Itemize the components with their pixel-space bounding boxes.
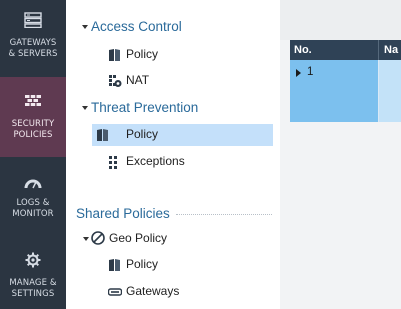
rulebase-area: No. Na 1 (280, 0, 401, 309)
section-divider (176, 214, 272, 215)
rail-item-logs-monitor[interactable]: LOGS & MONITOR (0, 157, 66, 237)
rail-label: SETTINGS (11, 289, 55, 299)
gear-icon (25, 252, 41, 268)
table-row-cell[interactable] (379, 60, 401, 122)
tree-item-label: Policy (126, 47, 159, 61)
row-number: 1 (307, 66, 314, 78)
table-row[interactable] (290, 60, 378, 122)
expand-caret-icon[interactable] (82, 106, 88, 110)
gateways-servers-icon (24, 12, 42, 28)
section-access-control[interactable]: Access Control (91, 19, 182, 34)
rail-item-security-policies[interactable]: SECURITY POLICIES (0, 77, 66, 157)
rail-label: GATEWAYS (9, 38, 57, 48)
rail-label: MONITOR (12, 209, 54, 219)
rules-table: No. Na 1 (290, 40, 401, 122)
policy-book-icon (109, 49, 120, 61)
expand-arrow-icon[interactable] (296, 69, 301, 77)
policy-book-icon (109, 259, 120, 271)
rail-label: MANAGE & (9, 278, 57, 288)
tree-item-nat[interactable]: NAT (92, 70, 272, 92)
section-threat-prevention[interactable]: Threat Prevention (91, 100, 198, 115)
policy-tree: « Access Control Policy NAT Threat Preve… (66, 0, 280, 309)
tree-item-label: Gateways (126, 284, 180, 298)
rail-label: & SERVERS (8, 49, 58, 59)
toolbar-area (280, 0, 401, 40)
tree-item-geo-policy[interactable]: Geo Policy (88, 228, 272, 250)
rail-label: LOGS & (16, 198, 50, 208)
exceptions-icon (109, 156, 117, 169)
column-divider[interactable] (378, 40, 379, 60)
tree-item-gateways[interactable]: Gateways (92, 281, 272, 303)
column-header-no[interactable]: No. (294, 44, 312, 56)
tree-item-label: Policy (126, 257, 159, 271)
navigation-rail: GATEWAYS & SERVERS SECURITY POLICIES LOG… (0, 0, 66, 309)
policy-book-icon (97, 129, 108, 141)
rail-item-gateways-servers[interactable]: GATEWAYS & SERVERS (0, 0, 66, 80)
tree-item-exceptions[interactable]: Exceptions (92, 151, 272, 173)
tree-item-threat-policy[interactable]: Policy (92, 124, 273, 146)
rail-item-manage-settings[interactable]: MANAGE & SETTINGS (0, 237, 66, 309)
security-policies-icon (25, 95, 41, 106)
rail-label: POLICIES (13, 130, 53, 140)
collapse-icon[interactable]: « (74, 0, 80, 3)
tree-item-label: Exceptions (126, 154, 185, 168)
column-header-name[interactable]: Na (384, 44, 398, 56)
tree-item-access-policy[interactable]: Policy (92, 44, 272, 66)
section-shared-policies: Shared Policies (76, 206, 170, 221)
expand-caret-icon[interactable] (82, 25, 88, 29)
table-header: No. Na (290, 40, 401, 60)
gateways-icon (108, 288, 122, 296)
logs-monitor-icon (24, 179, 42, 189)
tree-item-label: Geo Policy (109, 231, 168, 245)
tree-item-shared-policy[interactable]: Policy (92, 254, 272, 276)
tree-item-label: Policy (126, 127, 159, 141)
geo-policy-icon (91, 231, 105, 245)
nat-icon (109, 75, 122, 87)
tree-item-label: NAT (126, 73, 150, 87)
rail-label: SECURITY (11, 119, 55, 129)
